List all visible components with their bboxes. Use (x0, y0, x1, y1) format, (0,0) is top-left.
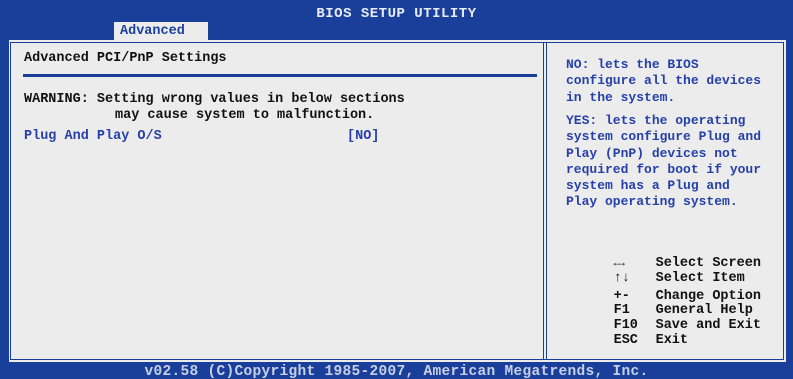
legend-row: ESC Exit (565, 318, 688, 363)
legend-key: ESC (613, 333, 638, 348)
panel-divider (543, 42, 547, 360)
section-separator (23, 74, 537, 77)
copyright-footer: v02.58 (C)Copyright 1985-2007, American … (144, 364, 649, 379)
tab-advanced[interactable]: Advanced (114, 22, 208, 41)
warning-text-line1: WARNING: Setting wrong values in below s… (24, 92, 405, 107)
setting-label: Plug And Play O/S (24, 129, 162, 144)
setting-value[interactable]: [NO] (347, 129, 379, 144)
legend-action: Exit (655, 333, 689, 348)
warning-text-line2: may cause system to malfunction. (115, 108, 375, 123)
bios-screen: BIOS SETUP UTILITY Advanced Advanced PCI… (0, 0, 793, 379)
help-text-no: NO: lets the BIOS configure all the devi… (566, 57, 762, 105)
section-title: Advanced PCI/PnP Settings (24, 51, 227, 66)
app-title: BIOS SETUP UTILITY (316, 6, 477, 22)
help-text-yes: YES: lets the operating system configure… (566, 113, 762, 210)
